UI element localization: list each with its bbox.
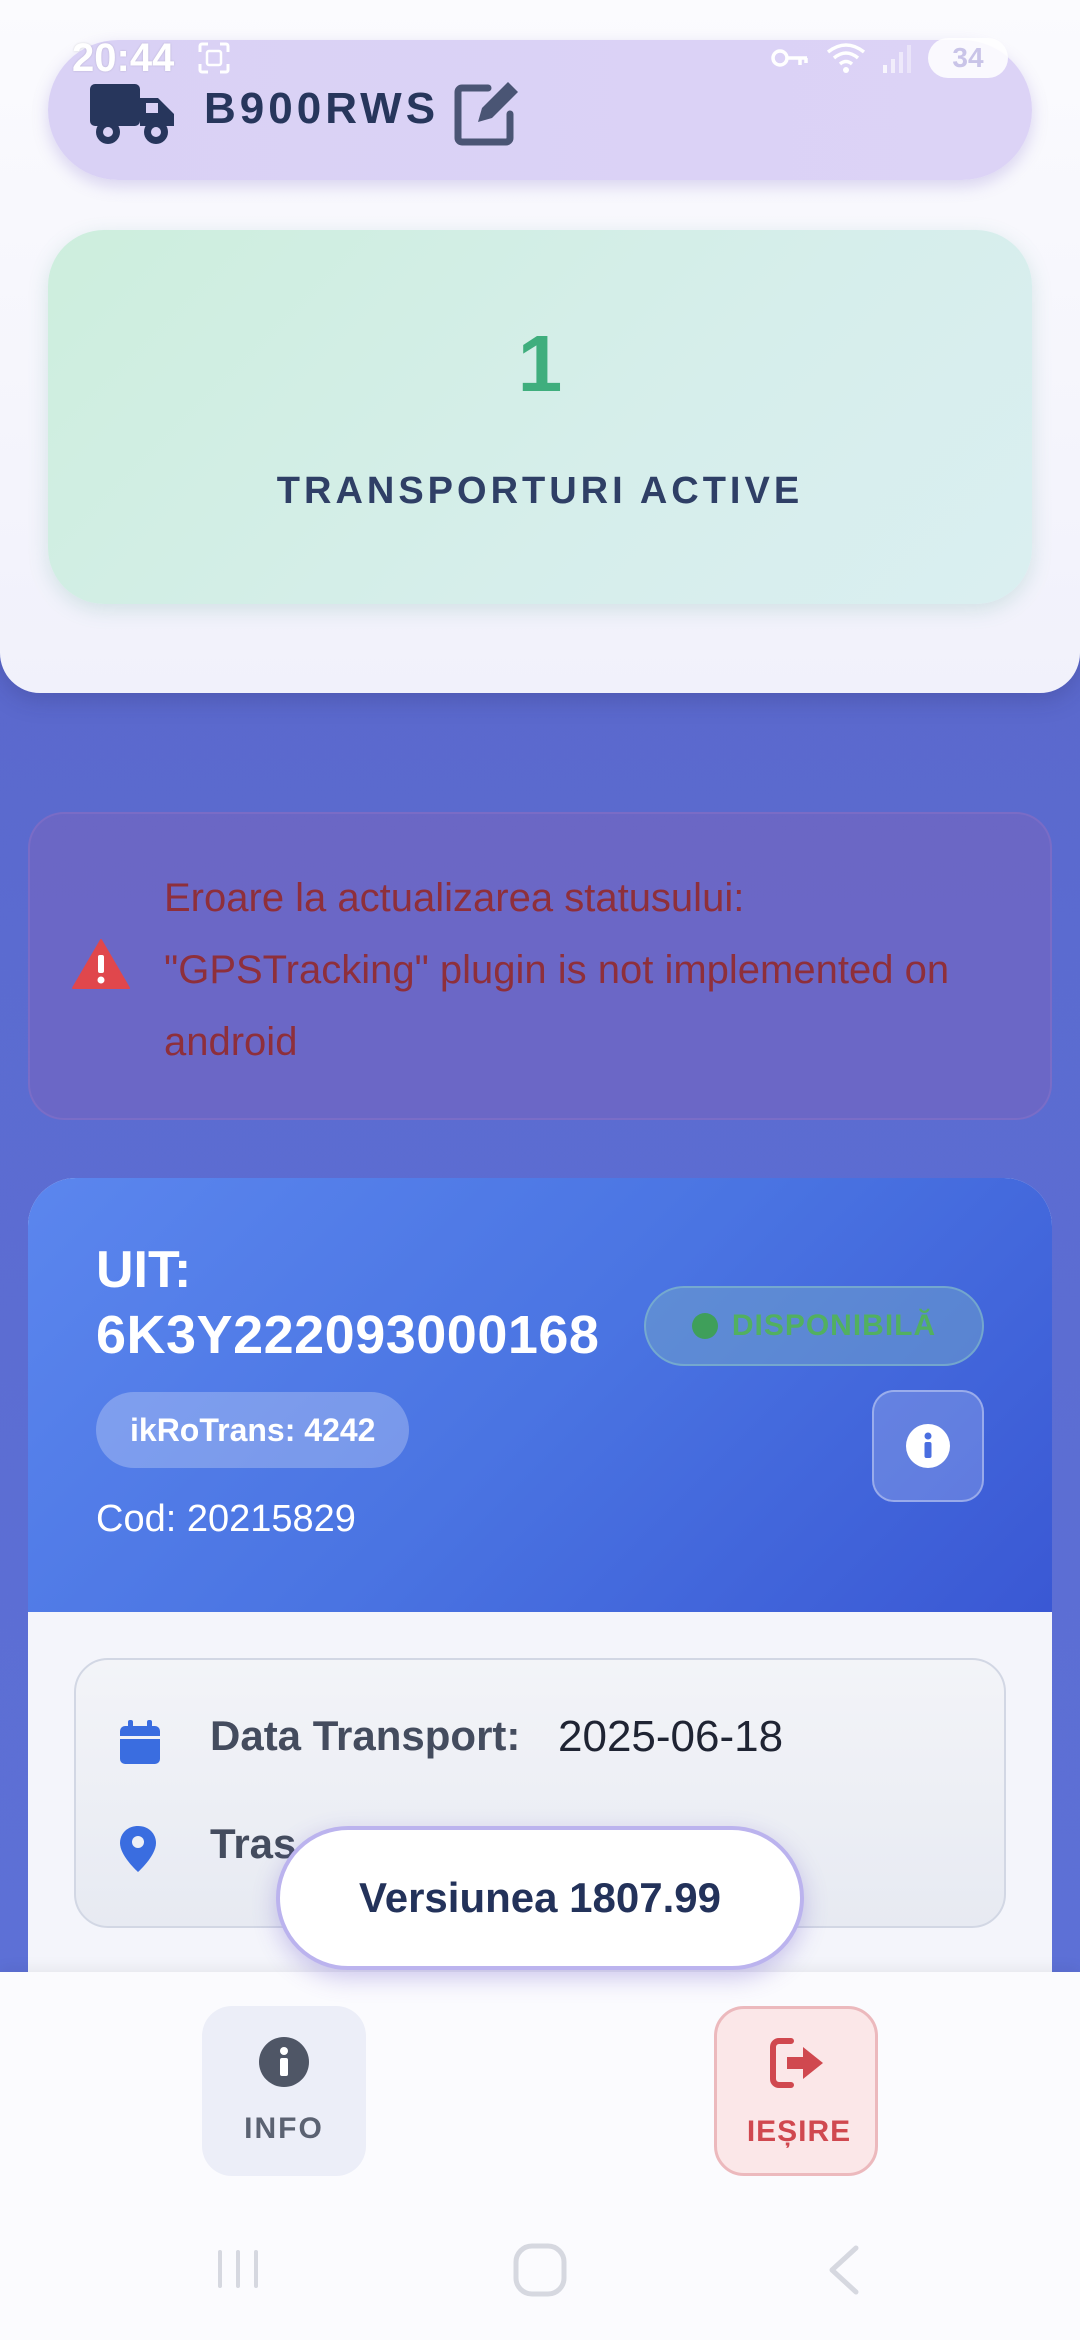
- signal-icon: [883, 45, 911, 73]
- nav-info-button[interactable]: INFO: [202, 2006, 366, 2176]
- transport-code: Cod: 20215829: [96, 1498, 356, 1540]
- nav-exit-button[interactable]: IEȘIRE: [714, 2006, 878, 2176]
- back-icon[interactable]: [826, 2244, 862, 2296]
- logout-icon: [770, 2038, 823, 2088]
- status-badge: DISPONIBILĂ: [644, 1286, 984, 1366]
- home-icon[interactable]: [512, 2242, 568, 2298]
- date-transport-value: 2025-06-18: [558, 1712, 784, 1761]
- active-transports-card[interactable]: [48, 230, 1032, 604]
- calendar-icon: [120, 1720, 160, 1764]
- uit-label: UIT:: [96, 1241, 192, 1299]
- info-icon: [906, 1424, 950, 1468]
- key-icon: [771, 49, 808, 67]
- ikrotrans-badge: ikRoTrans: 4242: [96, 1392, 410, 1468]
- status-dot-icon: [691, 1313, 718, 1339]
- system-nav-bar: [0, 2220, 1080, 2320]
- nav-info-label: INFO: [244, 2112, 324, 2145]
- battery-indicator: 34: [928, 38, 1008, 78]
- route-label: Tras: [210, 1820, 297, 1867]
- uit-value: 6K3Y222093000168: [96, 1305, 600, 1365]
- warning-icon: [72, 939, 130, 989]
- date-transport-label: Data Transport:: [210, 1712, 521, 1759]
- status-time: 20:44: [72, 36, 175, 80]
- status-bar: 20:44 34: [0, 0, 1080, 110]
- version-toast: Versiunea 1807.99: [276, 1826, 804, 1970]
- wifi-icon: [826, 43, 866, 73]
- location-pin-icon: [120, 1826, 156, 1872]
- recents-icon[interactable]: [214, 2246, 264, 2292]
- active-transports-count: 1: [517, 319, 563, 408]
- status-badge-label: DISPONIBILĂ: [731, 1309, 937, 1342]
- error-message: Eroare la actualizarea statusului: "GPST…: [164, 876, 950, 1064]
- transport-card-header: UIT: 6K3Y222093000168 DISPONIBILĂ ikRoTr…: [28, 1178, 1052, 1612]
- info-icon: [259, 2037, 309, 2087]
- nav-exit-label: IEȘIRE: [746, 2115, 852, 2148]
- screenshot-icon: [198, 42, 230, 74]
- transport-info-button[interactable]: [872, 1390, 984, 1502]
- active-transports-label: TRANSPORTURI ACTIVE: [276, 470, 804, 512]
